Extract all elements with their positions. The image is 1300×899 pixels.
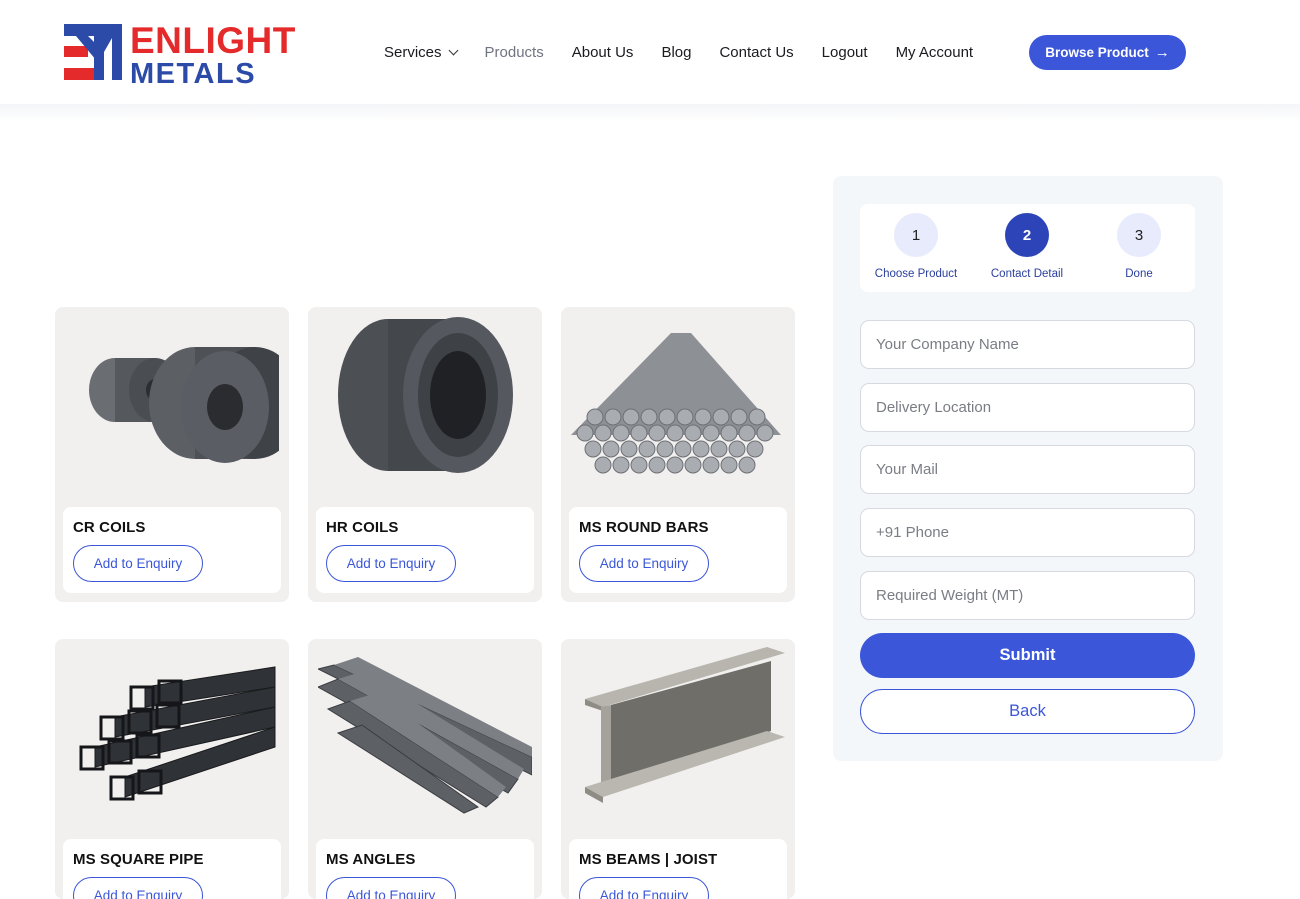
add-to-enquiry-button[interactable]: Add to Enquiry [579,545,709,582]
product-card-ms-round-bars: MS ROUND BARS Add to Enquiry [561,307,795,602]
company-name-input[interactable] [860,320,1195,369]
step-number: 3 [1117,213,1161,257]
chevron-down-icon [448,45,458,55]
back-button[interactable]: Back [860,689,1195,734]
step-label: Contact Detail [990,268,1064,280]
nav-services-label: Services [384,43,442,61]
main-nav: Services Products About Us Blog Contact … [384,42,1001,62]
product-card-hr-coils: HR COILS Add to Enquiry [308,307,542,602]
product-name: MS ANGLES [326,851,416,868]
add-to-enquiry-button[interactable]: Add to Enquiry [326,545,456,582]
product-name: CR COILS [73,519,146,536]
product-card-info: MS BEAMS | JOIST Add to Enquiry [569,839,787,899]
browse-product-label: Browse Product [1045,45,1149,60]
product-card-ms-square-pipe: MS SQUARE PIPE Add to Enquiry [55,639,289,899]
step-label: Done [1125,268,1153,280]
logo-line-2: METALS [130,58,257,90]
product-card-info: HR COILS Add to Enquiry [316,507,534,593]
nav-logout[interactable]: Logout [822,44,868,61]
enquiry-form-panel: 1 Choose Product 2 Contact Detail 3 Done… [833,176,1223,761]
nav-about-us[interactable]: About Us [572,44,634,61]
angles-image [318,657,532,814]
step-choose-product[interactable]: 1 Choose Product [861,213,971,280]
site-header: ENLIGHT METALS Services Products About U… [0,0,1300,108]
nav-services[interactable]: Services [384,43,458,61]
phone-input[interactable] [860,508,1195,557]
nav-blog[interactable]: Blog [661,44,691,61]
nav-contact-us[interactable]: Contact Us [719,44,793,61]
hr-coil-image [338,317,513,473]
round-bars-image [571,333,781,474]
product-card-info: CR COILS Add to Enquiry [63,507,281,593]
delivery-location-input[interactable] [860,383,1195,432]
submit-button[interactable]: Submit [860,633,1195,678]
product-card-info: MS SQUARE PIPE Add to Enquiry [63,839,281,899]
product-name: HR COILS [326,519,399,536]
product-card-cr-coils: CR COILS Add to Enquiry [55,307,289,602]
step-number: 1 [894,213,938,257]
step-done[interactable]: 3 Done [1084,213,1194,280]
header-divider [0,104,1300,122]
step-contact-detail[interactable]: 2 Contact Detail [972,213,1082,280]
logo-wordmark: ENLIGHT METALS [130,22,296,89]
add-to-enquiry-button[interactable]: Add to Enquiry [73,877,203,899]
arrow-right-icon: → [1154,44,1170,61]
step-number: 2 [1005,213,1049,257]
product-name: MS BEAMS | JOIST [579,851,718,868]
square-pipe-image [79,666,276,801]
required-weight-input[interactable] [860,571,1195,620]
email-input[interactable] [860,445,1195,494]
product-name: MS ROUND BARS [579,519,709,536]
logo-line-1: ENLIGHT [130,20,296,61]
browse-product-button[interactable]: Browse Product → [1029,35,1186,70]
product-card-ms-angles: MS ANGLES Add to Enquiry [308,639,542,899]
beam-image [585,647,785,803]
add-to-enquiry-button[interactable]: Add to Enquiry [326,877,456,899]
nav-products[interactable]: Products [485,44,544,61]
brand-logo[interactable]: ENLIGHT METALS [64,22,316,89]
cr-coil-image [89,347,279,463]
add-to-enquiry-button[interactable]: Add to Enquiry [579,877,709,899]
product-card-info: MS ROUND BARS Add to Enquiry [569,507,787,593]
step-label: Choose Product [874,268,958,280]
nav-my-account[interactable]: My Account [896,44,974,61]
product-card-ms-beams-joist: MS BEAMS | JOIST Add to Enquiry [561,639,795,899]
product-name: MS SQUARE PIPE [73,851,204,868]
add-to-enquiry-button[interactable]: Add to Enquiry [73,545,203,582]
logo-mark-icon [64,24,122,80]
product-card-info: MS ANGLES Add to Enquiry [316,839,534,899]
stepper: 1 Choose Product 2 Contact Detail 3 Done [860,204,1195,292]
